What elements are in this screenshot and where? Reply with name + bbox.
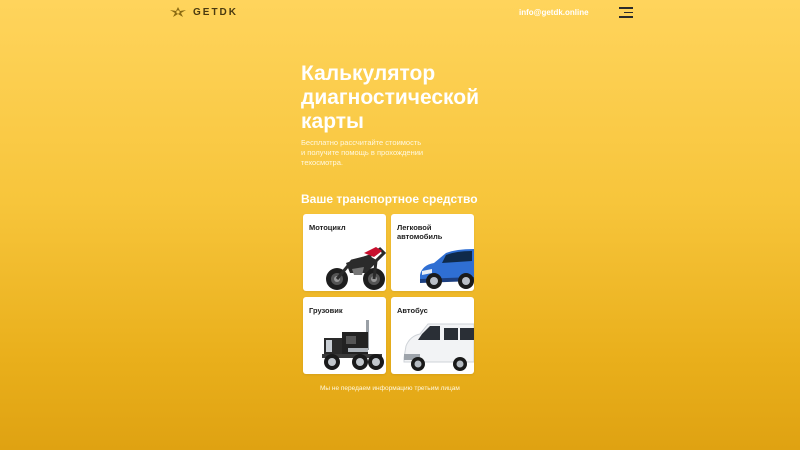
logo-text: GETDK xyxy=(193,6,238,18)
truck-icon xyxy=(322,320,384,370)
privacy-note: Мы не передаем информацию третьим лицам xyxy=(320,385,460,392)
title-line: Калькулятор xyxy=(301,62,436,85)
car-icon xyxy=(420,249,474,289)
hamburger-menu-icon[interactable] xyxy=(619,7,633,19)
vehicle-card-truck[interactable]: Грузовик xyxy=(303,297,386,374)
bus-icon xyxy=(403,323,474,371)
title-line: диагностической xyxy=(301,86,480,109)
vehicle-card-label: Легковой автомобиль xyxy=(397,223,443,241)
page-subtitle: Бесплатно рассчитайте стоимость и получи… xyxy=(301,138,461,168)
page-title: Калькулятор диагностической карты xyxy=(301,62,501,134)
title-line: карты xyxy=(301,110,364,133)
logo[interactable]: GETDK xyxy=(169,6,238,18)
motorcycle-icon xyxy=(326,247,386,290)
vehicle-card-car[interactable]: Легковой автомобиль xyxy=(391,214,474,291)
vehicle-card-label: Мотоцикл xyxy=(309,223,346,232)
email-link[interactable]: info@getdk.online xyxy=(519,8,589,17)
subtitle-line: Бесплатно рассчитайте стоимость xyxy=(301,138,422,147)
vehicle-card-motorcycle[interactable]: Мотоцикл xyxy=(303,214,386,291)
header: GETDK info@getdk.online xyxy=(0,0,800,26)
logo-emblem-icon xyxy=(170,7,186,17)
vehicle-card-label: Грузовик xyxy=(309,306,343,315)
vehicle-section-title: Ваше транспортное средство xyxy=(301,192,478,206)
vehicle-card-label: Автобус xyxy=(397,306,428,315)
subtitle-line: техосмотра. xyxy=(301,158,343,167)
vehicle-card-bus[interactable]: Автобус xyxy=(391,297,474,374)
subtitle-line: и получите помощь в прохождении xyxy=(301,148,424,157)
